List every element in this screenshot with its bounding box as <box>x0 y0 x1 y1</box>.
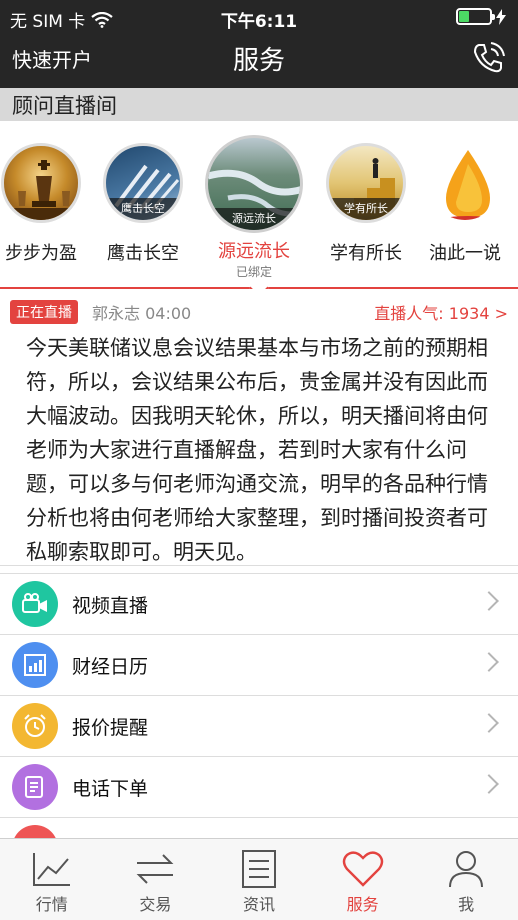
tab-bar: 行情 交易 资讯 服务 我 <box>0 838 518 920</box>
advisor-item[interactable]: 油此一说 <box>412 135 518 265</box>
tab-label: 资讯 <box>242 895 275 914</box>
charging-bolt-icon <box>496 8 506 25</box>
chart-calendar-icon <box>12 642 58 688</box>
tab-label: 行情 <box>35 895 68 914</box>
page-title: 服务 <box>232 46 285 76</box>
advisor-item[interactable]: 步步为盈 <box>0 135 94 265</box>
chess-pieces-avatar <box>1 143 81 223</box>
tab-news[interactable]: 资讯 <box>207 839 311 920</box>
advisor-name: 源远流长 <box>218 241 290 262</box>
fighter-jets-avatar: 鹰击长空 <box>103 143 183 223</box>
avatar-caption: 鹰击长空 <box>106 198 180 220</box>
live-meta: 正在直播 郭永志 04:00 直播人气: 1934 > <box>10 300 508 324</box>
tab-trade[interactable]: 交易 <box>104 839 208 920</box>
nav-bar: 快速开户 服务 <box>0 34 518 88</box>
chevron-right-icon <box>479 774 499 794</box>
menu-label: 视频直播 <box>72 594 149 617</box>
menu-label: 报价提醒 <box>72 716 149 739</box>
section-title: 顾问直播间 <box>0 88 518 121</box>
bound-label: 已绑定 <box>235 265 272 279</box>
menu-item-video-live[interactable]: 视频直播 <box>0 574 518 635</box>
app-screen: 无 SIM 卡 下午6:11 快速开户 服务 顾问直播间 步步为盈 鹰击长空 鹰… <box>0 0 518 920</box>
live-message: 今天美联储议息会议结果基本与市场之前的预期相符，所以，会议结果公布后，贵金属并没… <box>26 336 488 564</box>
tab-me[interactable]: 我 <box>414 839 518 920</box>
exchange-arrows-icon <box>136 854 174 884</box>
document-icon <box>12 764 58 810</box>
advisor-name: 学有所长 <box>330 243 402 264</box>
advisor-carousel[interactable]: 步步为盈 鹰击长空 鹰击长空 源远流长 源远流长 已绑定 学有所长 学有所长 油… <box>0 121 518 298</box>
phone-call-icon[interactable] <box>470 40 506 76</box>
status-bar: 无 SIM 卡 下午6:11 <box>0 0 518 34</box>
trend-chart-icon <box>32 853 70 886</box>
tab-label: 我 <box>458 895 475 914</box>
tab-service[interactable]: 服务 <box>311 839 415 920</box>
menu-item-price-alert[interactable]: 报价提醒 <box>0 696 518 757</box>
stairs-avatar: 学有所长 <box>326 143 406 223</box>
news-document-icon <box>241 850 276 888</box>
advisor-name: 步步为盈 <box>5 243 77 264</box>
popularity-link[interactable]: 直播人气: 1934 > <box>374 300 508 324</box>
top-bar: 无 SIM 卡 下午6:11 快速开户 服务 <box>0 0 518 88</box>
tab-label: 服务 <box>346 895 379 914</box>
battery-icon <box>456 8 495 25</box>
host-and-time: 郭永志 04:00 <box>92 304 192 323</box>
heart-icon <box>342 851 383 887</box>
oil-drop-avatar <box>425 143 505 223</box>
live-status-badge: 正在直播 <box>10 300 78 324</box>
person-icon <box>449 851 484 888</box>
live-broadcast-panel[interactable]: 正在直播 郭永志 04:00 直播人气: 1934 > 今天美联储议息会议结果基… <box>0 289 518 566</box>
menu-label: 电话下单 <box>72 777 149 800</box>
battery-indicator <box>456 8 506 25</box>
advisor-name: 鹰击长空 <box>107 243 179 264</box>
advisor-item[interactable]: 学有所长 学有所长 <box>313 135 419 265</box>
menu-item-finance-calendar[interactable]: 财经日历 <box>0 635 518 696</box>
avatar-caption: 学有所长 <box>329 198 403 220</box>
menu-item-phone-order[interactable]: 电话下单 <box>0 757 518 818</box>
chess-king-icon <box>4 160 78 220</box>
chevron-right-icon <box>479 652 499 672</box>
status-time: 下午6:11 <box>220 12 298 32</box>
river-avatar: 源远流长 <box>205 135 303 233</box>
tab-label: 交易 <box>139 895 172 914</box>
advisor-item-selected[interactable]: 源远流长 源远流长 已绑定 <box>201 135 307 280</box>
service-menu: 视频直播 财经日历 报价提醒 电话下单 <box>0 573 518 879</box>
oil-drop-icon <box>442 150 494 220</box>
menu-label: 财经日历 <box>72 655 149 678</box>
chevron-right-icon <box>479 591 499 611</box>
video-camera-icon <box>12 581 58 627</box>
chevron-right-icon <box>479 713 499 733</box>
avatar-caption: 源远流长 <box>208 208 300 230</box>
advisor-item[interactable]: 鹰击长空 鹰击长空 <box>90 135 196 265</box>
advisor-name: 油此一说 <box>429 243 501 264</box>
tab-market[interactable]: 行情 <box>0 839 104 920</box>
alarm-clock-icon <box>12 703 58 749</box>
